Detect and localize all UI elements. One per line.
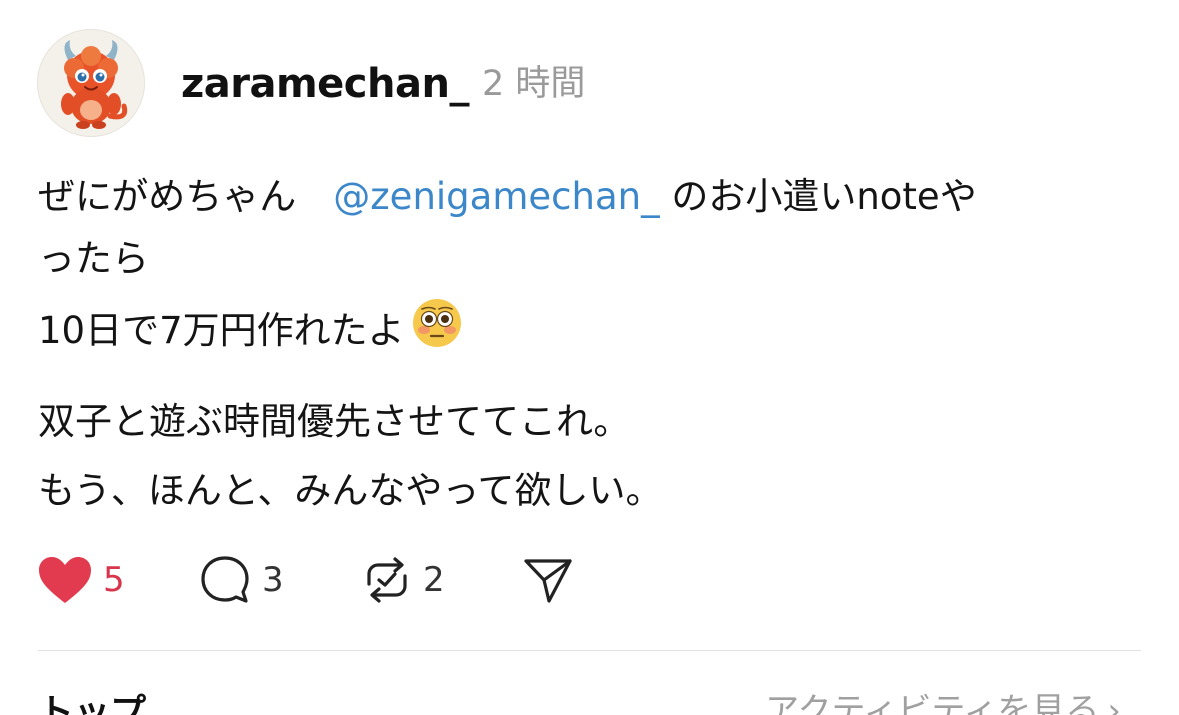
post-text-suffix: のお小遣いnoteや (659, 175, 977, 218)
heart-icon (39, 557, 91, 603)
post-text-line-4: 双子と遊ぶ時間優先させててこれ。 (38, 400, 631, 443)
comment-button[interactable]: 3 (198, 552, 284, 608)
username[interactable]: zaramechan_ (181, 56, 469, 112)
like-button[interactable]: 5 (37, 552, 125, 608)
avatar[interactable] (37, 29, 145, 137)
comment-count: 3 (262, 560, 284, 600)
repost-icon (367, 557, 407, 603)
view-activity-link[interactable]: アクティビティを見る › (765, 683, 1121, 715)
divider (38, 650, 1141, 651)
chevron-right-icon: › (1107, 691, 1121, 715)
sort-label: トップ (38, 692, 147, 715)
share-button[interactable] (522, 552, 574, 608)
thread-post-view: zaramechan_ 2 時間 ぜにがめちゃん @zenigamechan_ … (0, 0, 1179, 715)
post-text-line-3: 10日で7万円作れたよ (38, 299, 463, 362)
post-text-line-5: もう、ほんと、みんなやって欲しい。 (38, 469, 663, 512)
post-text-line-2: ったら (38, 237, 149, 280)
post-timestamp: 2 時間 (482, 64, 586, 104)
chevron-down-icon: ⌄ (152, 697, 178, 715)
share-icon (524, 559, 572, 603)
like-count: 5 (103, 560, 125, 600)
view-activity-label: アクティビティを見る (765, 691, 1100, 715)
repost-button[interactable]: 2 (361, 552, 445, 608)
mention-link[interactable]: @zenigamechan_ (333, 175, 659, 218)
post-text-line-3-text: 10日で7万円作れたよ (38, 309, 405, 352)
flushed-face-icon (411, 297, 463, 362)
repost-count: 2 (423, 560, 445, 600)
monster-avatar-icon (38, 30, 144, 136)
sort-dropdown[interactable]: トップ ⌄ (38, 683, 177, 715)
comment-icon (201, 556, 249, 603)
post-text-prefix: ぜにがめちゃん (38, 175, 334, 218)
post-text-line-1: ぜにがめちゃん @zenigamechan_ のお小遣いnoteや (38, 172, 977, 222)
